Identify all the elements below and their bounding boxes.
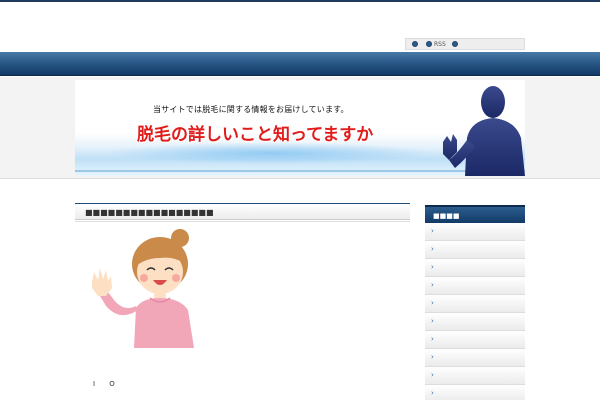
sidebar-item[interactable]: › (425, 295, 525, 313)
rss-link[interactable]: RSS (426, 41, 446, 48)
header-banner[interactable]: 当サイトでは脱毛に関する情報をお届けしています。 脱毛の詳しいこと知ってますか (75, 80, 525, 176)
sidebar-item[interactable]: › (425, 259, 525, 277)
bullet-icon (426, 41, 432, 47)
presenter-silhouette-icon (443, 86, 525, 176)
top-border (0, 0, 600, 2)
sidebar-item[interactable]: › (425, 367, 525, 385)
sidebar-item[interactable]: › (425, 331, 525, 349)
rss-label: RSS (434, 40, 446, 48)
sidebar-list: › › › › › › › › › › (425, 223, 525, 400)
sidebar-item[interactable]: › (425, 241, 525, 259)
sidebar-heading: ■■■■ (425, 205, 525, 223)
banner-title: 脱毛の詳しいこと知ってますか (137, 125, 374, 145)
sidebar-item[interactable]: › (425, 223, 525, 241)
sidebar-item[interactable]: › (425, 313, 525, 331)
bullet-icon (412, 41, 418, 47)
sidebar-item[interactable]: › (425, 385, 525, 400)
utility-link-3[interactable] (451, 41, 460, 47)
bullet-icon (451, 41, 458, 47)
post-title-divider (75, 221, 410, 222)
banner-light-streak (105, 142, 435, 164)
sidebar-item[interactable]: › (425, 277, 525, 295)
global-nav-bar (0, 52, 600, 76)
post-body-text: I O (93, 380, 121, 388)
banner-subtitle: 当サイトでは脱毛に関する情報をお届けしています。 (153, 105, 349, 114)
post-title[interactable]: ■■■■■■■■■■■■■■■■■ (75, 203, 410, 220)
utility-link-1[interactable] (412, 41, 420, 47)
waving-girl-illustration-icon (92, 229, 194, 348)
utility-bar: RSS (405, 38, 525, 50)
sidebar-item[interactable]: › (425, 349, 525, 367)
